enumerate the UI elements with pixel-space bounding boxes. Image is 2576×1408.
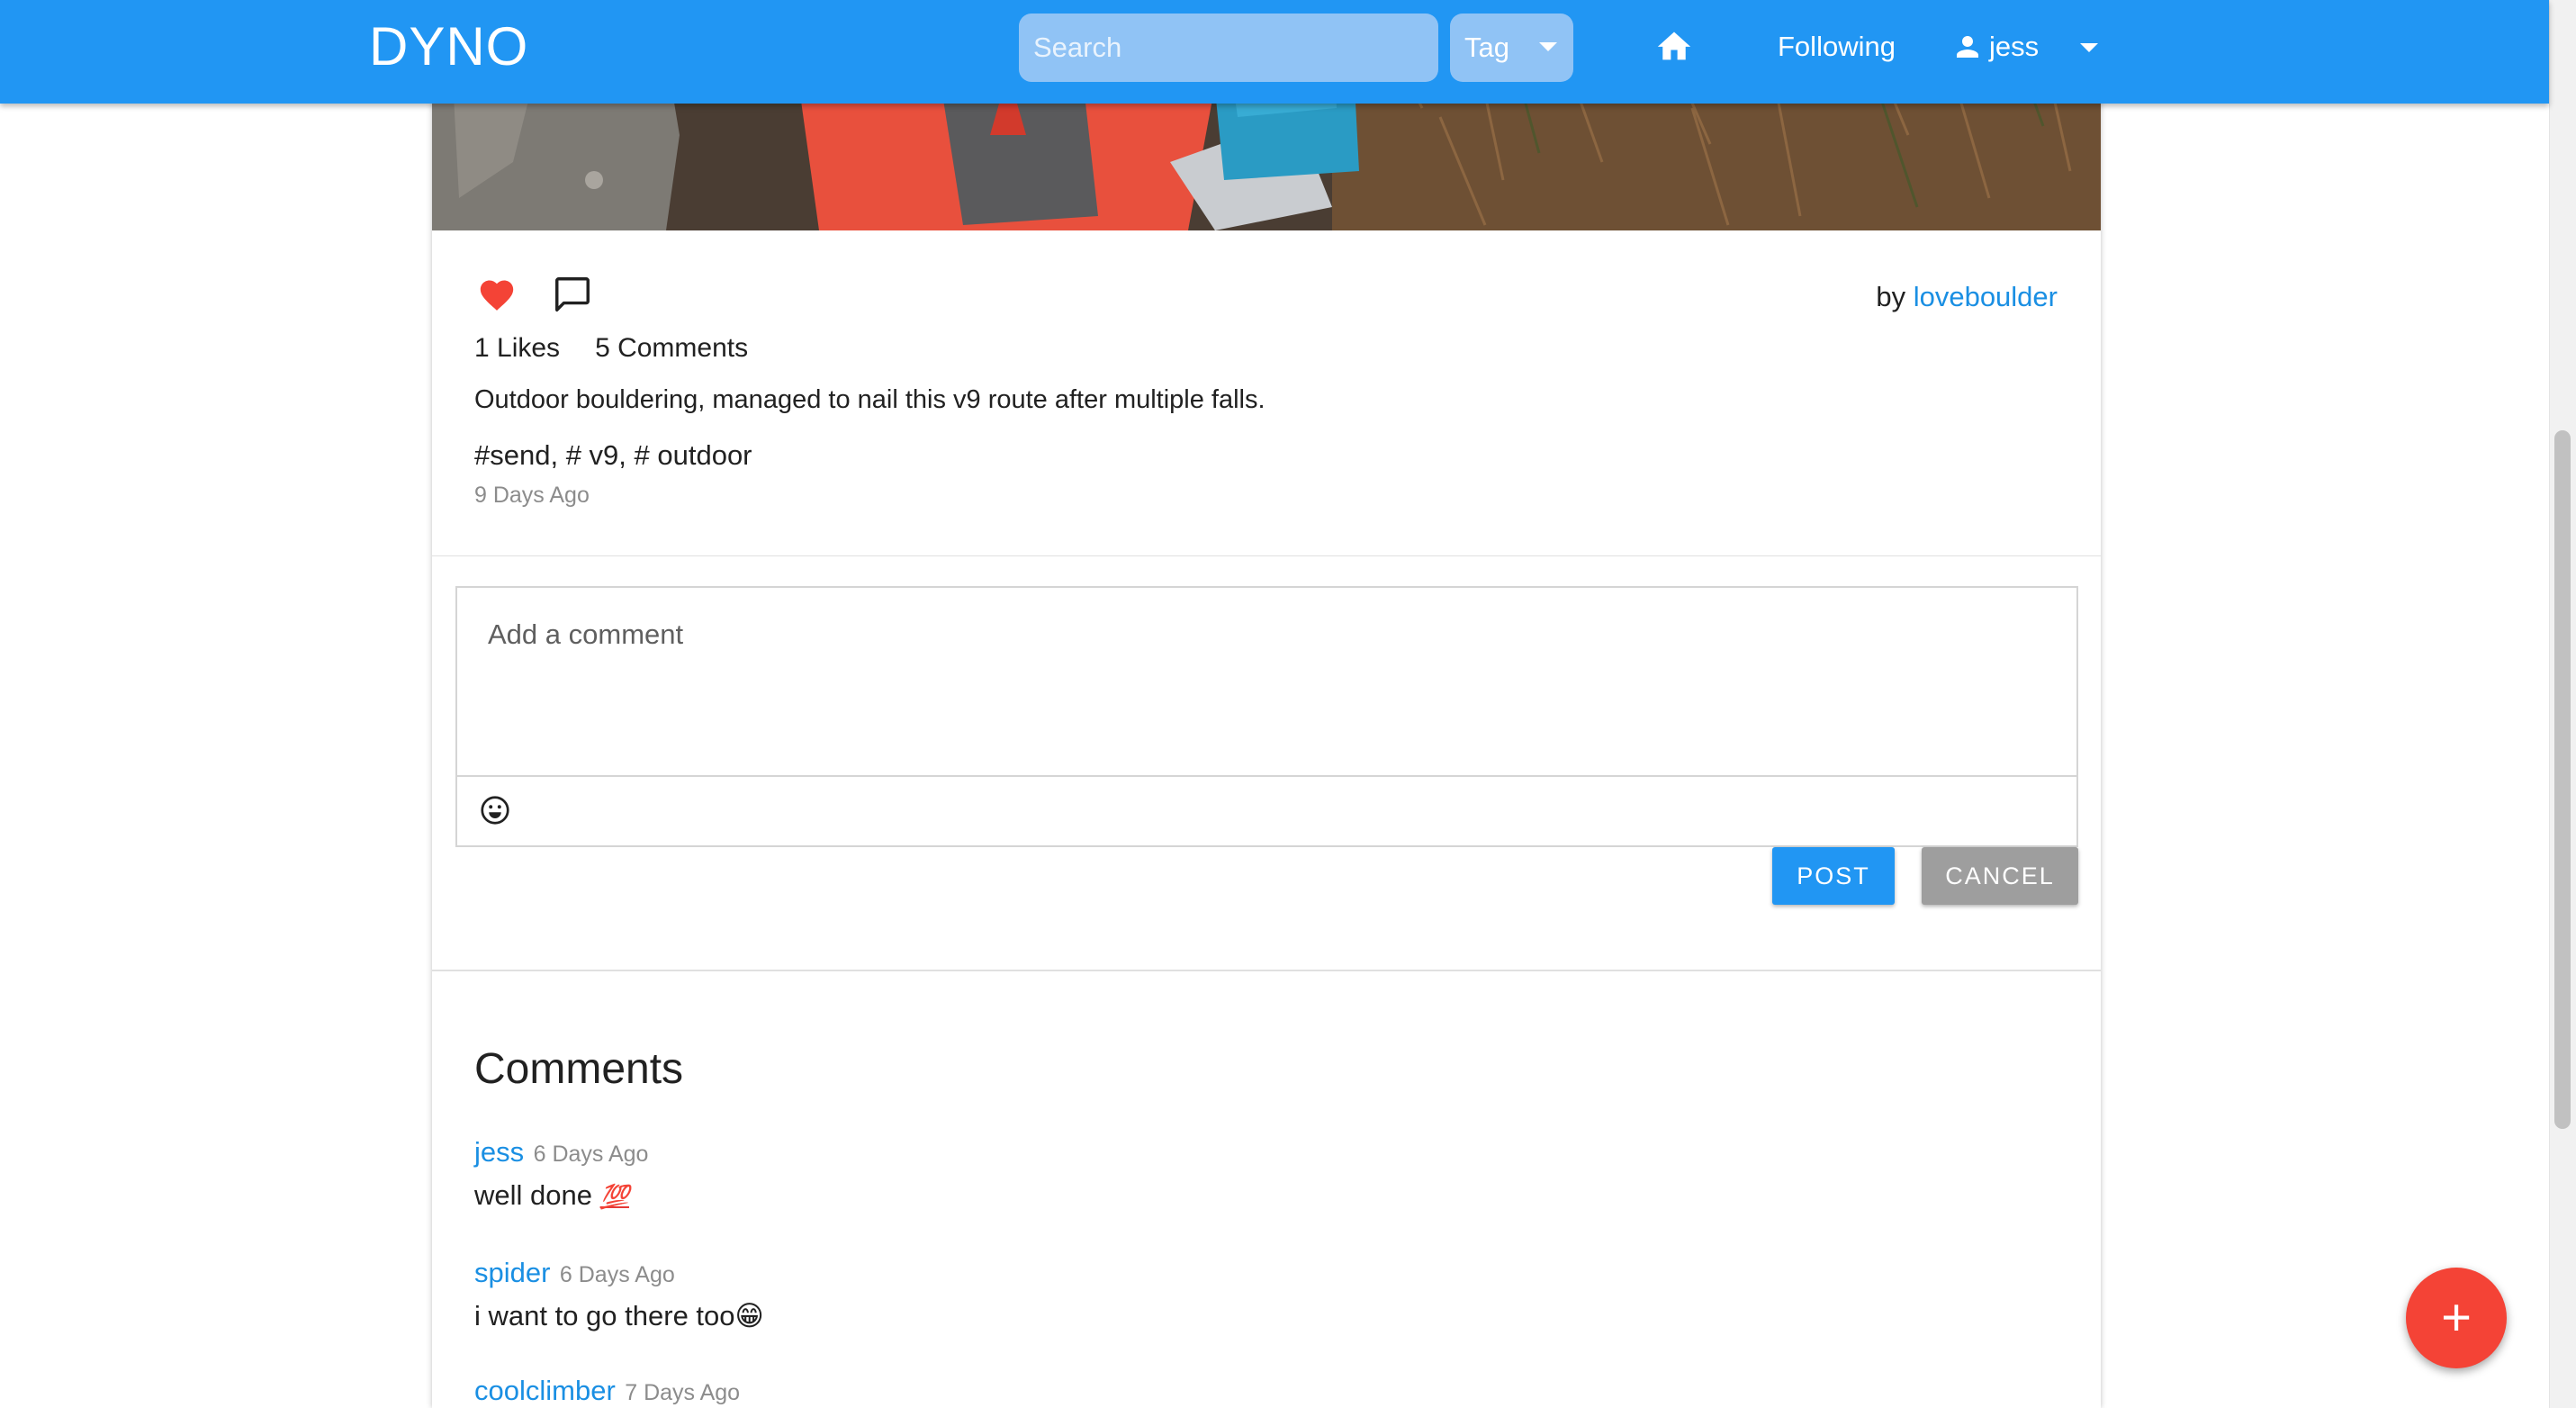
likes-count[interactable]: 1 Likes xyxy=(474,333,560,364)
app-bar: DYNO Tag Following jess xyxy=(0,0,2549,104)
comment-icon[interactable] xyxy=(552,274,593,315)
following-link[interactable]: Following xyxy=(1778,31,1896,63)
comments-heading: Comments xyxy=(474,1045,684,1093)
comment-item: coolclimber 7 Days Ago xyxy=(474,1375,740,1407)
post-hashtags[interactable]: #send, # v9, # outdoor xyxy=(474,439,752,472)
post-date: 9 Days Ago xyxy=(474,483,590,508)
comment-body: well done xyxy=(474,1179,600,1211)
brand-logo[interactable]: DYNO xyxy=(369,16,528,77)
comment-date: 7 Days Ago xyxy=(625,1380,741,1405)
home-icon[interactable] xyxy=(1654,27,1694,63)
comment-item: spider 6 Days Ago i want to go there too… xyxy=(474,1257,764,1332)
user-menu[interactable]: jess xyxy=(1951,27,2039,67)
post-author-byline: by loveboulder xyxy=(1876,281,2058,313)
divider xyxy=(432,555,2101,556)
author-link[interactable]: loveboulder xyxy=(1914,281,2058,312)
add-post-button[interactable]: + xyxy=(2406,1268,2507,1368)
grinning-emoji: 😁 xyxy=(734,1300,764,1331)
post-button[interactable]: POST xyxy=(1772,847,1895,905)
divider xyxy=(432,970,2101,971)
username-label: jess xyxy=(1989,31,2040,62)
comment-form xyxy=(455,586,2078,847)
comment-text: well done 💯 xyxy=(474,1179,648,1212)
byline-prefix: by xyxy=(1876,281,1906,312)
chevron-down-icon xyxy=(1539,42,1557,51)
post-card: by loveboulder 1 Likes 5 Comments Outdoo… xyxy=(432,0,2101,1408)
comment-date: 6 Days Ago xyxy=(559,1262,675,1287)
comment-username[interactable]: spider xyxy=(474,1257,550,1288)
user-menu-chevron-down-icon[interactable] xyxy=(2080,43,2098,52)
comment-input[interactable] xyxy=(457,588,2076,777)
post-caption: Outdoor bouldering, managed to nail this… xyxy=(474,385,1265,414)
comment-text: i want to go there too😁 xyxy=(474,1300,764,1332)
hundred-points-emoji: 💯 xyxy=(599,1183,629,1210)
heart-icon[interactable] xyxy=(477,275,517,311)
scrollbar-thumb[interactable] xyxy=(2554,430,2571,1129)
search-input[interactable] xyxy=(1019,14,1438,82)
post-counts: 1 Likes 5 Comments xyxy=(474,333,748,364)
comment-body: i want to go there too xyxy=(474,1300,735,1331)
comment-username[interactable]: jess xyxy=(474,1136,524,1168)
comment-username[interactable]: coolclimber xyxy=(474,1375,616,1406)
comments-count[interactable]: 5 Comments xyxy=(595,333,748,364)
tag-dropdown-label: Tag xyxy=(1464,32,1509,63)
tag-dropdown[interactable]: Tag xyxy=(1450,14,1573,82)
app-root: DYNO Tag Following jess xyxy=(0,0,2576,1408)
emoji-icon[interactable] xyxy=(479,794,511,826)
person-icon xyxy=(1957,36,1978,58)
comment-date: 6 Days Ago xyxy=(533,1142,649,1167)
comment-item: jess 6 Days Ago well done 💯 xyxy=(474,1136,648,1212)
cancel-button[interactable]: CANCEL xyxy=(1922,847,2078,905)
